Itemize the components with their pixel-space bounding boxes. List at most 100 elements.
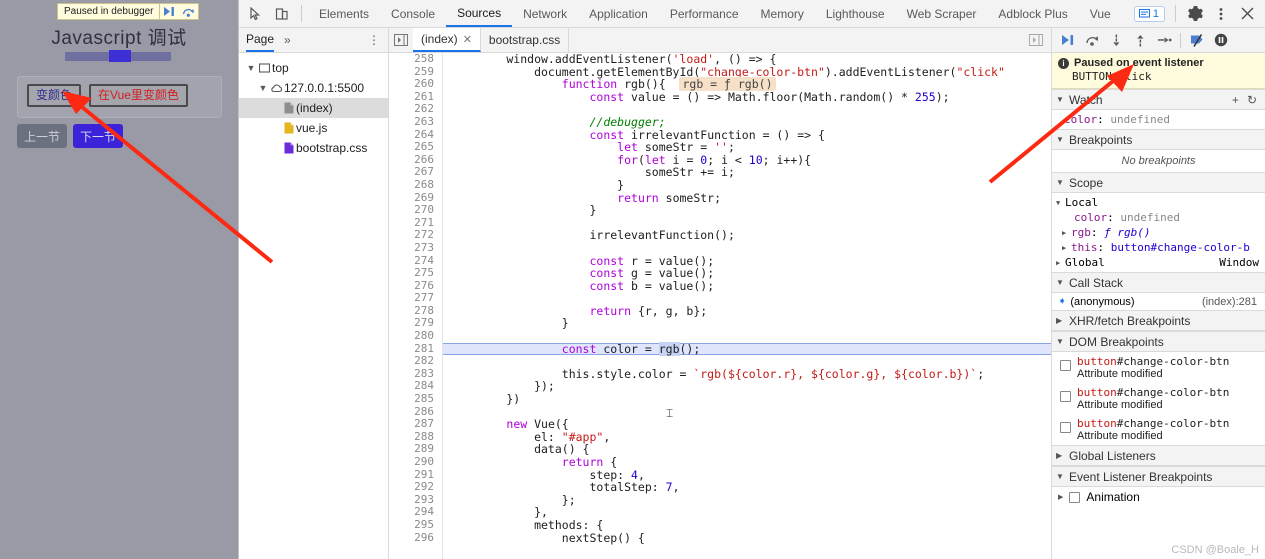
line-number[interactable]: 280 — [389, 329, 434, 343]
tab-elements[interactable]: Elements — [308, 0, 380, 27]
resume-script-icon[interactable] — [1056, 28, 1080, 52]
dom-breakpoint-item[interactable]: button#change-color-btn Attribute modifi… — [1052, 414, 1265, 445]
expand-triangle-icon[interactable]: ▼ — [257, 83, 269, 93]
gear-icon[interactable] — [1182, 1, 1208, 27]
chevron-right-icon[interactable]: ▶ — [1062, 244, 1071, 252]
show-debugger-icon[interactable] — [1027, 34, 1051, 46]
step-over-icon[interactable] — [179, 4, 198, 19]
line-number[interactable]: 260 — [389, 78, 434, 91]
line-number[interactable]: 265 — [389, 141, 434, 154]
tab-application[interactable]: Application — [578, 0, 659, 27]
code-line[interactable]: return { — [443, 456, 1051, 469]
tab-sources[interactable]: Sources — [446, 0, 513, 27]
step-out-icon[interactable] — [1128, 28, 1152, 52]
tree-item-index[interactable]: (index) — [239, 98, 388, 118]
scope-item-this[interactable]: ▶ this: button#change-color-b — [1052, 240, 1265, 255]
tree-item-vuejs[interactable]: vue.js — [239, 118, 388, 138]
scope-group-global[interactable]: ▶ Global Window — [1052, 255, 1265, 270]
dom-breakpoint-item[interactable]: button#change-color-btn Attribute modifi… — [1052, 383, 1265, 414]
line-number[interactable]: 268 — [389, 178, 434, 192]
checkbox[interactable] — [1060, 360, 1071, 371]
line-number[interactable]: 263 — [389, 115, 434, 129]
line-number[interactable]: 258 — [389, 53, 434, 66]
device-toolbar-icon[interactable] — [269, 1, 295, 27]
editor-tab-bootstrapcss[interactable]: bootstrap.css — [481, 28, 570, 52]
refresh-watch-icon[interactable]: ↻ — [1247, 93, 1257, 107]
code-viewport[interactable]: 258 259 260 261 262 263 264 265 266 267 268 269 270 2… — [389, 53, 1051, 559]
dom-breakpoint-item[interactable]: button#change-color-btn Attribute modifi… — [1052, 352, 1265, 383]
code-line[interactable]: const b = value(); — [443, 279, 1051, 293]
code-line[interactable]: } — [443, 204, 1051, 217]
tab-console[interactable]: Console — [380, 0, 446, 27]
step-icon[interactable] — [1152, 28, 1176, 52]
code-line[interactable]: const value = () => Math.floor(Math.rand… — [443, 90, 1051, 104]
code-line[interactable]: methods: { — [443, 519, 1051, 532]
scope-item-color[interactable]: color: undefined — [1052, 210, 1265, 225]
line-number[interactable]: 296 — [389, 531, 434, 545]
tab-vue[interactable]: Vue — [1079, 0, 1122, 27]
step-over-icon[interactable] — [1080, 28, 1104, 52]
next-step-button[interactable]: 下一节 — [73, 124, 123, 148]
code-line[interactable]: let someStr = ''; — [443, 141, 1051, 154]
line-number[interactable]: 273 — [389, 241, 434, 255]
code-line[interactable]: } — [443, 317, 1051, 330]
code-line[interactable]: function rgb(){ rgb = ƒ rgb() — [443, 77, 1051, 92]
code-line[interactable]: totalStep: 7, — [443, 481, 1051, 494]
code-line[interactable] — [443, 330, 1051, 343]
tab-performance[interactable]: Performance — [659, 0, 750, 27]
tree-item-origin[interactable]: ▼ 127.0.0.1:5500 — [239, 78, 388, 98]
line-number[interactable]: 275 — [389, 266, 434, 280]
line-number[interactable]: 282 — [389, 355, 434, 368]
chevron-right-icon[interactable]: ▶ — [1058, 493, 1063, 501]
chevron-down-icon[interactable]: ▼ — [1056, 199, 1065, 207]
code-line[interactable] — [443, 292, 1051, 305]
change-color-button[interactable]: 变颜色 — [27, 84, 82, 108]
section-header-breakpoints[interactable]: ▼ Breakpoints — [1052, 129, 1265, 150]
line-number[interactable]: 290 — [389, 455, 434, 469]
code-line[interactable]: nextStep() { — [443, 531, 1051, 545]
code-line[interactable]: }); — [443, 380, 1051, 393]
code-line[interactable]: irrelevantFunction(); — [443, 229, 1051, 242]
navigator-tab-page[interactable]: Page — [246, 28, 275, 52]
watch-item[interactable]: color: undefined — [1052, 112, 1265, 127]
tab-web-scraper[interactable]: Web Scraper — [896, 0, 988, 27]
tree-item-top[interactable]: ▼ top — [239, 58, 388, 78]
pause-on-exceptions-icon[interactable] — [1209, 28, 1233, 52]
message-count-badge[interactable]: 1 — [1133, 5, 1165, 22]
step-into-icon[interactable] — [1104, 28, 1128, 52]
line-number[interactable]: 295 — [389, 518, 434, 532]
line-number[interactable]: 270 — [389, 204, 434, 217]
section-header-xhr-breakpoints[interactable]: ▶ XHR/fetch Breakpoints — [1052, 310, 1265, 331]
section-header-watch[interactable]: ▼ Watch + ↻ — [1052, 89, 1265, 110]
chevron-right-icon[interactable]: ▶ — [1062, 229, 1071, 237]
code-line[interactable] — [443, 242, 1051, 255]
navigator-more-icon[interactable]: ⋮ — [368, 33, 380, 47]
section-header-scope[interactable]: ▼ Scope — [1052, 172, 1265, 193]
code-line[interactable]: }) — [443, 393, 1051, 406]
code-line[interactable]: const g = value(); — [443, 267, 1051, 280]
change-color-vue-button[interactable]: 在Vue里变颜色 — [89, 84, 188, 108]
section-header-dom-breakpoints[interactable]: ▼ DOM Breakpoints — [1052, 331, 1265, 352]
line-number[interactable]: 287 — [389, 418, 434, 431]
line-number[interactable]: 277 — [389, 292, 434, 305]
code-content[interactable]: window.addEventListener('load', () => { … — [443, 53, 1051, 559]
expand-triangle-icon[interactable]: ▼ — [245, 63, 257, 73]
section-header-event-listener-breakpoints[interactable]: ▼ Event Listener Breakpoints — [1052, 466, 1265, 487]
tab-lighthouse[interactable]: Lighthouse — [815, 0, 896, 27]
tab-network[interactable]: Network — [512, 0, 578, 27]
kebab-menu-icon[interactable] — [1208, 1, 1234, 27]
close-icon[interactable] — [1234, 1, 1260, 27]
code-line-current[interactable]: const color = rgb(); — [443, 341, 1051, 356]
editor-tab-index[interactable]: (index) ✕ — [413, 28, 481, 52]
tab-memory[interactable]: Memory — [750, 0, 815, 27]
line-number[interactable]: 292 — [389, 481, 434, 494]
navigator-overflow-icon[interactable]: » — [284, 33, 291, 47]
section-header-call-stack[interactable]: ▼ Call Stack — [1052, 272, 1265, 293]
event-listener-breakpoint-item[interactable]: ▶ Animation — [1052, 487, 1265, 507]
call-stack-frame[interactable]: ➧ (anonymous) (index):281 — [1052, 293, 1265, 310]
checkbox[interactable] — [1060, 391, 1071, 402]
checkbox[interactable] — [1060, 422, 1071, 433]
resume-icon[interactable] — [160, 4, 179, 19]
line-number[interactable]: 285 — [389, 392, 434, 406]
scope-group-local[interactable]: ▼ Local — [1052, 195, 1265, 210]
